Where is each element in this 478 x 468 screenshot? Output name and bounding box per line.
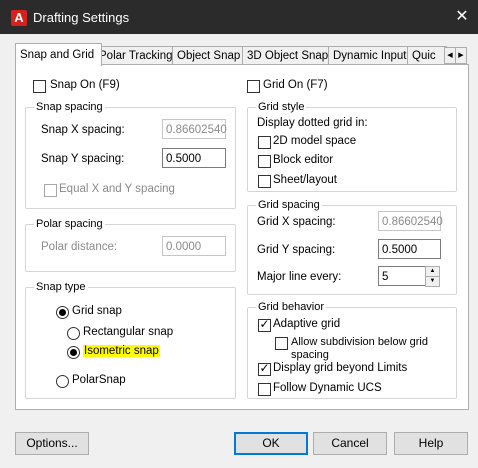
follow-dynamic-ucs-label[interactable]: Follow Dynamic UCS [273, 382, 382, 394]
help-button[interactable]: Help [394, 432, 468, 455]
follow-dynamic-ucs-checkbox[interactable] [258, 383, 271, 396]
grid-behavior-title: Grid behavior [256, 300, 327, 314]
grid-style-subtitle: Display dotted grid in: [257, 117, 368, 129]
cancel-button[interactable]: Cancel [313, 432, 387, 455]
close-icon[interactable]: ✕ [453, 7, 471, 27]
snap-and-grid-panel: Snap On (F9) Grid On (F7) Snap spacing S… [15, 64, 469, 410]
tab-dynamic-input[interactable]: Dynamic Input [328, 46, 415, 65]
spin-down-icon[interactable]: ▼ [425, 276, 440, 287]
model-space-label[interactable]: 2D model space [273, 135, 356, 147]
options-button[interactable]: Options... [15, 432, 89, 455]
display-beyond-limits-checkbox[interactable]: ✓ [258, 361, 271, 376]
tab-quick-properties[interactable]: Quic [407, 46, 447, 65]
check-icon: ✓ [259, 361, 270, 375]
tab-polar-tracking[interactable]: Polar Tracking [94, 46, 180, 65]
tab-object-snap[interactable]: Object Snap [172, 46, 250, 65]
model-space-checkbox[interactable] [258, 136, 271, 149]
isometric-snap-label[interactable]: Isometric snap [83, 345, 160, 357]
grid-y-spacing-input[interactable]: 0.5000 [378, 239, 441, 259]
rectangular-snap-label[interactable]: Rectangular snap [83, 326, 173, 338]
check-icon: ✓ [259, 317, 270, 331]
grid-on-checkbox[interactable] [247, 80, 260, 93]
rectangular-snap-radio[interactable] [67, 327, 80, 340]
grid-x-spacing-input[interactable]: 0.86602540 [378, 211, 443, 231]
tab-3d-object-snap[interactable]: 3D Object Snap [242, 46, 336, 65]
polarsnap-radio[interactable] [56, 375, 69, 388]
allow-subdivision-checkbox[interactable] [275, 337, 288, 350]
snap-x-spacing-label: Snap X spacing: [41, 124, 125, 136]
polar-distance-label: Polar distance: [41, 241, 118, 253]
major-line-label: Major line every: [257, 271, 342, 283]
window-title: Drafting Settings [33, 10, 130, 25]
grid-on-label[interactable]: Grid On (F7) [263, 79, 328, 91]
isometric-snap-radio[interactable] [67, 346, 80, 359]
grid-snap-radio[interactable] [56, 306, 69, 319]
tab-scroll-right-icon[interactable]: ▶ [455, 47, 467, 64]
display-beyond-limits-label[interactable]: Display grid beyond Limits [273, 362, 407, 374]
polar-distance-input[interactable]: 0.0000 [162, 236, 226, 256]
grid-x-spacing-label: Grid X spacing: [257, 216, 336, 228]
autocad-app-icon: A [11, 10, 27, 26]
major-line-input[interactable]: 5 [378, 266, 426, 286]
snap-y-spacing-label: Snap Y spacing: [41, 153, 125, 165]
tab-scroll-arrows: ◀ ▶ [444, 47, 467, 64]
equal-spacing-checkbox[interactable] [44, 184, 57, 197]
adaptive-grid-label[interactable]: Adaptive grid [273, 318, 340, 330]
equal-spacing-label: Equal X and Y spacing [59, 183, 175, 195]
grid-snap-label[interactable]: Grid snap [72, 305, 122, 317]
block-editor-label[interactable]: Block editor [273, 154, 333, 166]
major-line-stepper[interactable]: ▲ ▼ [425, 266, 440, 287]
block-editor-checkbox[interactable] [258, 155, 271, 168]
allow-subdivision-label[interactable]: Allow subdivision below grid spacing [291, 336, 428, 362]
adaptive-grid-checkbox[interactable]: ✓ [258, 317, 271, 332]
grid-spacing-title: Grid spacing [256, 198, 322, 212]
polarsnap-label[interactable]: PolarSnap [72, 374, 126, 386]
snap-y-spacing-input[interactable]: 0.5000 [162, 148, 226, 168]
snap-x-spacing-input[interactable]: 0.86602540 [162, 119, 227, 139]
grid-style-title: Grid style [256, 100, 307, 114]
sheet-layout-checkbox[interactable] [258, 175, 271, 188]
polar-spacing-title: Polar spacing [34, 217, 105, 231]
snap-on-checkbox[interactable] [33, 80, 46, 93]
sheet-layout-label[interactable]: Sheet/layout [273, 174, 337, 186]
grid-y-spacing-label: Grid Y spacing: [257, 244, 336, 256]
snap-on-label[interactable]: Snap On (F9) [50, 79, 120, 91]
snap-type-title: Snap type [34, 280, 88, 294]
tab-snap-and-grid[interactable]: Snap and Grid [15, 43, 102, 66]
snap-spacing-title: Snap spacing [34, 100, 105, 114]
ok-button[interactable]: OK [234, 432, 308, 455]
